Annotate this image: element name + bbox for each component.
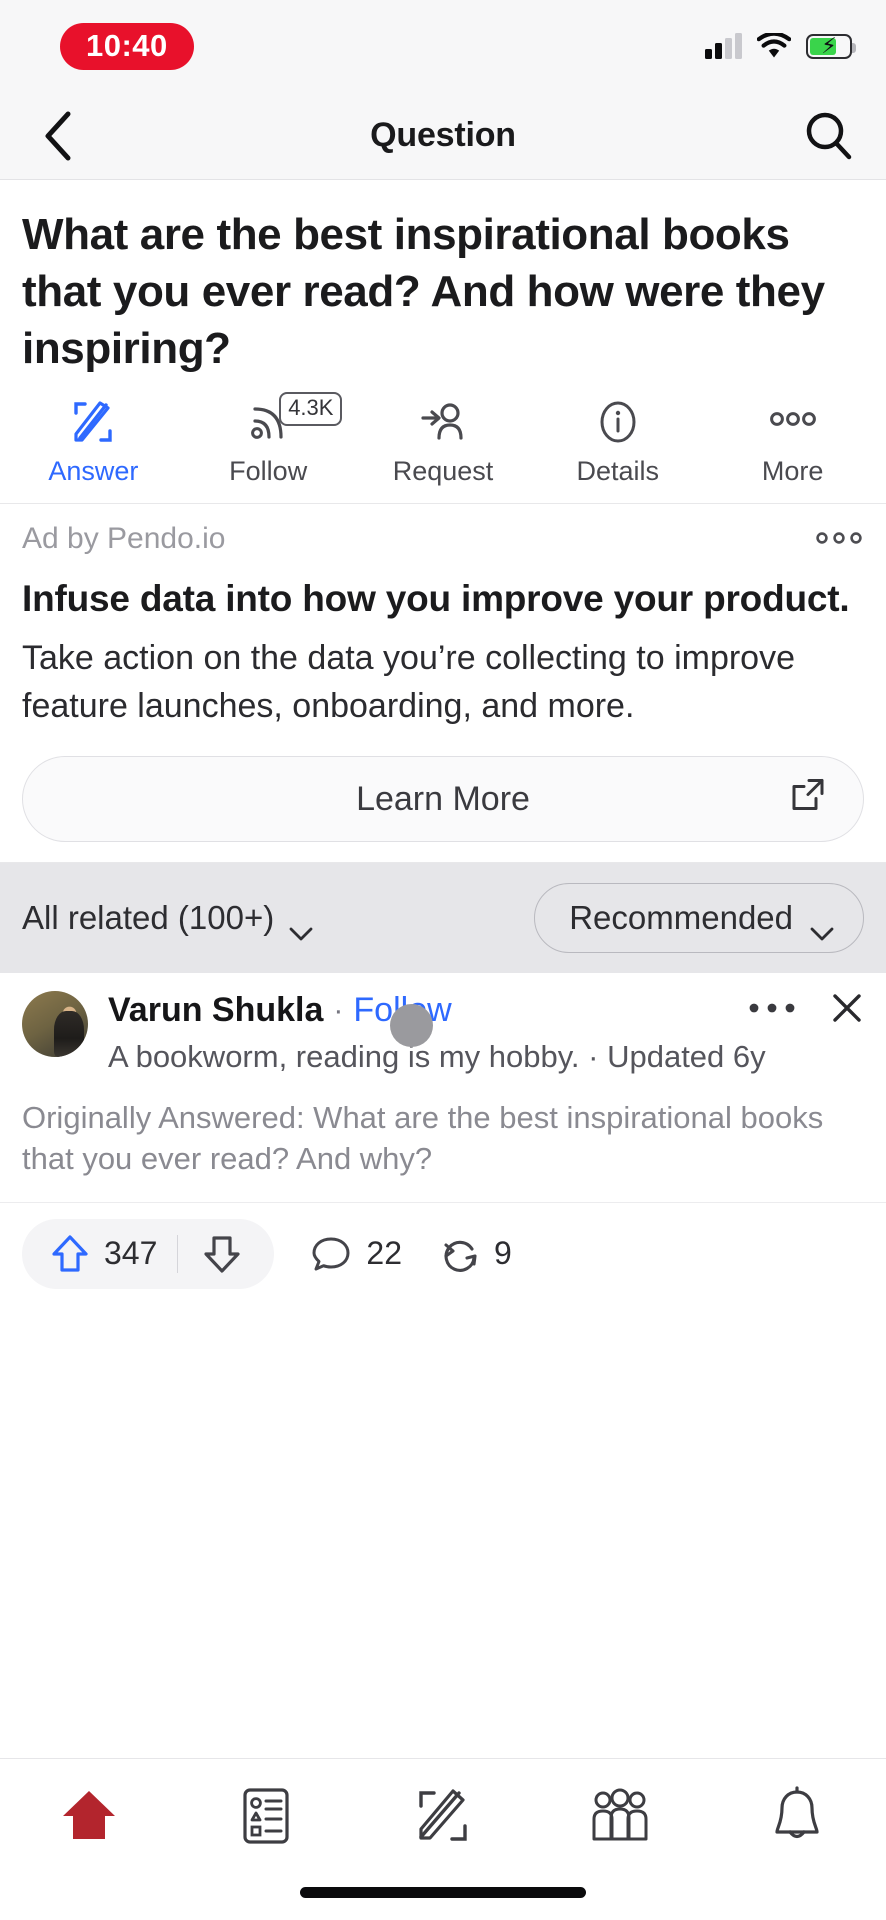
tab-answer[interactable] [354,1781,531,1851]
ad-card: Ad by Pendo.io Infuse data into how you … [0,504,886,864]
upvote-button[interactable]: 347 [28,1233,177,1275]
home-icon [62,1791,115,1839]
sort-label: Recommended [569,899,793,937]
question-action-bar: Answer 4.3K Follow Request Details More [0,384,886,504]
battery-charging-icon: ⚡ [806,33,856,59]
details-action-button[interactable]: Details [530,398,705,487]
ad-sponsor-label: Ad by Pendo.io [22,521,226,555]
originally-answered-text: Originally Answered: What are the best i… [22,1099,824,1176]
chevron-down-icon [288,912,313,941]
status-icons: ⚡ [705,31,856,59]
comment-bubble-icon [312,1237,350,1271]
answer-header-actions [748,991,864,1030]
chevron-left-icon [45,111,71,160]
learn-more-button[interactable]: Learn More [22,756,864,843]
all-related-label: All related (100+) [22,899,275,937]
comment-button[interactable]: 22 [310,1233,402,1275]
external-link-icon [789,776,827,823]
tab-home[interactable] [0,1781,177,1851]
answer-action-label: Answer [48,455,139,486]
quora-question-screen: 10:40 ⚡ Question What are the best inspi… [0,0,886,1920]
close-x-icon[interactable] [830,991,864,1030]
downvote-button[interactable] [178,1233,268,1275]
share-button[interactable]: 9 [438,1233,512,1275]
upvote-count: 347 [104,1235,158,1272]
author-name-row: Varun Shukla · Follow [108,991,864,1030]
learn-more-label: Learn More [356,779,530,818]
name-separator: · [333,993,344,1027]
engagement-bar: 347 22 9 [0,1201,886,1305]
follow-action-button[interactable]: 4.3K Follow [181,391,356,487]
follow-action-label: Follow [229,455,308,486]
tab-following[interactable] [177,1781,354,1851]
touch-indicator [390,1004,433,1047]
ad-header: Ad by Pendo.io [22,522,864,556]
request-person-arrow-icon [420,398,466,446]
answer-author-row: Varun Shukla · Follow [22,991,864,1078]
author-name[interactable]: Varun Shukla [108,991,323,1030]
tab-spaces[interactable] [532,1781,709,1851]
follow-rss-icon: 4.3K [245,391,343,446]
vote-group: 347 [22,1218,275,1289]
author-meta: Varun Shukla · Follow [108,991,864,1078]
status-bar: 10:40 ⚡ [0,0,886,92]
signal-bars-icon [705,33,742,59]
wifi-icon [756,31,792,59]
search-button[interactable] [800,108,856,164]
back-button[interactable] [30,108,86,164]
bell-icon [775,1786,820,1839]
follow-count-badge: 4.3K [279,391,343,426]
home-indicator [300,1887,586,1898]
feed-list-icon [243,1788,289,1844]
tab-notifications[interactable] [709,1781,886,1851]
request-action-label: Request [392,455,494,486]
info-circle-icon [595,398,641,446]
recording-time-pill: 10:40 [60,22,194,70]
downvote-arrow-icon [204,1236,240,1273]
ad-headline: Infuse data into how you improve your pr… [22,577,850,619]
chevron-down-icon [809,912,834,941]
navigation-bar: Question [0,92,886,180]
bottom-tab-bar [0,1758,886,1920]
comment-count: 22 [366,1235,402,1272]
answer-card: Varun Shukla · Follow [0,973,886,1180]
page-title: Question [370,116,516,154]
answer-action-button[interactable]: Answer [6,398,181,487]
request-action-button[interactable]: Request [356,398,531,487]
more-action-button[interactable]: More [705,398,880,487]
share-count: 9 [493,1235,512,1272]
all-related-dropdown[interactable]: All related (100+) [22,899,313,941]
upvote-arrow-icon [52,1235,88,1272]
more-action-label: More [761,455,824,486]
question-title: What are the best inspirational books th… [22,210,825,374]
sort-dropdown[interactable]: Recommended [534,883,864,954]
write-pencil-icon [70,398,116,446]
details-action-label: Details [576,455,660,486]
avatar[interactable] [22,991,88,1058]
author-bio: A bookworm, reading is my hobby. · Updat… [108,1039,766,1075]
filter-bar: All related (100+) Recommended [0,863,886,974]
answer-more-dots-icon[interactable] [748,999,796,1022]
spaces-people-icon [592,1788,648,1841]
repost-share-icon [444,1240,477,1272]
write-pencil-icon [419,1789,467,1841]
more-dots-icon [764,398,822,446]
ad-body-text: Take action on the data you’re collectin… [22,638,796,725]
ad-more-dots-icon[interactable] [814,524,864,554]
search-icon [806,112,852,159]
